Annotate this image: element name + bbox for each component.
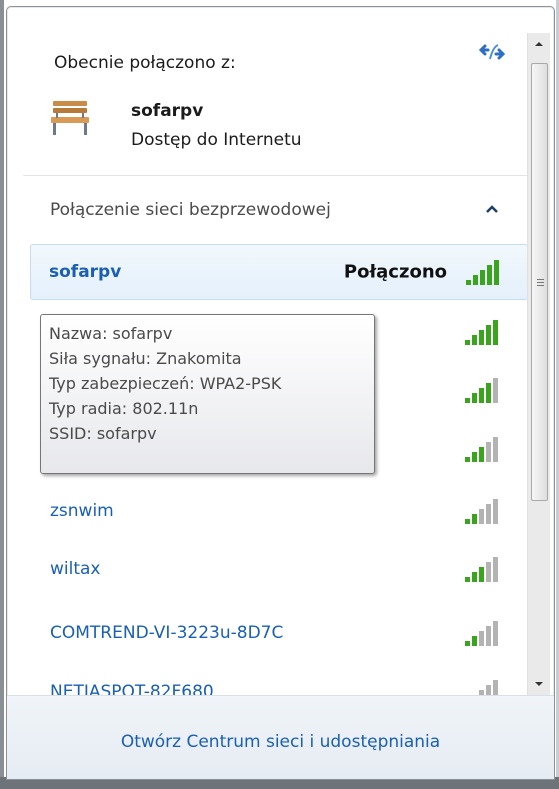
- signal-bar: [493, 437, 498, 462]
- current-network-name: sofarpv: [131, 101, 204, 121]
- signal-strength-icon: [465, 320, 498, 345]
- network-row[interactable]: sofarpv Połączono: [30, 244, 528, 300]
- network-tooltip: Nazwa: sofarpv Siła sygnału: Znakomita T…: [40, 314, 375, 474]
- scrollbar[interactable]: [527, 33, 550, 695]
- signal-bar: [486, 383, 491, 403]
- signal-bar: [479, 330, 484, 345]
- signal-bar: [486, 562, 491, 582]
- open-network-center-link[interactable]: Otwórz Centrum sieci i udostępniania: [7, 732, 554, 752]
- wireless-section-label[interactable]: Połączenie sieci bezprzewodowej: [50, 200, 331, 220]
- signal-bar: [486, 325, 491, 345]
- signal-bar: [465, 577, 470, 582]
- signal-bar: [472, 452, 477, 462]
- signal-bar: [479, 567, 484, 582]
- signal-bar: [465, 457, 470, 462]
- chevron-up-icon[interactable]: [485, 203, 499, 215]
- signal-bar: [479, 509, 484, 524]
- scrollbar-thumb[interactable]: [531, 63, 548, 501]
- signal-bar: [493, 557, 498, 582]
- tooltip-line: SSID: sofarpv: [49, 424, 157, 443]
- refresh-icon[interactable]: [479, 41, 505, 63]
- signal-bar: [486, 442, 491, 462]
- signal-strength-icon: [466, 260, 499, 285]
- signal-bar: [486, 626, 491, 646]
- signal-strength-icon: [465, 378, 498, 403]
- signal-bar: [479, 388, 484, 403]
- signal-bar: [486, 504, 491, 524]
- current-network-status: Dostęp do Internetu: [131, 130, 302, 150]
- background-window-edge: [0, 0, 4, 789]
- network-name: COMTREND-VI-3223u-8D7C: [50, 623, 284, 643]
- signal-bar: [493, 378, 498, 403]
- signal-bar: [493, 499, 498, 524]
- network-name: zsnwim: [50, 501, 114, 521]
- signal-bar: [472, 636, 477, 646]
- current-connection-label: Obecnie połączono z:: [54, 53, 236, 73]
- network-flyout: Obecnie połączono z: sofarpv Dostęp do I…: [6, 6, 555, 780]
- grip-icon: [537, 279, 544, 286]
- signal-bar: [479, 631, 484, 646]
- footer: Otwórz Centrum sieci i udostępniania: [7, 695, 554, 779]
- scroll-up-icon[interactable]: [528, 33, 550, 55]
- signal-bar: [479, 447, 484, 462]
- network-row[interactable]: COMTREND-VI-3223u-8D7C: [30, 605, 528, 661]
- tooltip-line: Nazwa: sofarpv: [49, 324, 173, 343]
- signal-bar: [480, 270, 485, 285]
- network-name: sofarpv: [49, 262, 122, 282]
- signal-bar: [472, 393, 477, 403]
- signal-bar: [465, 641, 470, 646]
- network-status: Połączono: [343, 261, 447, 283]
- tooltip-line: Typ zabezpieczeń: WPA2-PSK: [49, 374, 282, 393]
- signal-bar: [465, 398, 470, 403]
- tooltip-line: Typ radia: 802.11n: [49, 399, 199, 418]
- signal-bar: [465, 519, 470, 524]
- signal-bar: [487, 265, 492, 285]
- signal-bar: [466, 280, 471, 285]
- divider: [23, 175, 528, 176]
- tooltip-line: Siła sygnału: Znakomita: [49, 349, 242, 368]
- signal-bar: [465, 340, 470, 345]
- signal-strength-icon: [465, 621, 498, 646]
- signal-bar: [493, 621, 498, 646]
- bench-icon: [51, 101, 89, 135]
- signal-bar: [473, 275, 478, 285]
- scroll-down-icon[interactable]: [528, 673, 550, 695]
- signal-bar: [472, 514, 477, 524]
- network-row[interactable]: wiltax: [30, 541, 528, 597]
- network-row[interactable]: zsnwim: [30, 483, 528, 539]
- signal-bar: [472, 572, 477, 582]
- signal-bar: [493, 320, 498, 345]
- network-name: wiltax: [50, 559, 101, 579]
- signal-strength-icon: [465, 557, 498, 582]
- network-list-panel: Obecnie połączono z: sofarpv Dostęp do I…: [7, 7, 528, 705]
- signal-strength-icon: [465, 499, 498, 524]
- signal-bar: [472, 335, 477, 345]
- signal-bar: [494, 260, 499, 285]
- signal-strength-icon: [465, 437, 498, 462]
